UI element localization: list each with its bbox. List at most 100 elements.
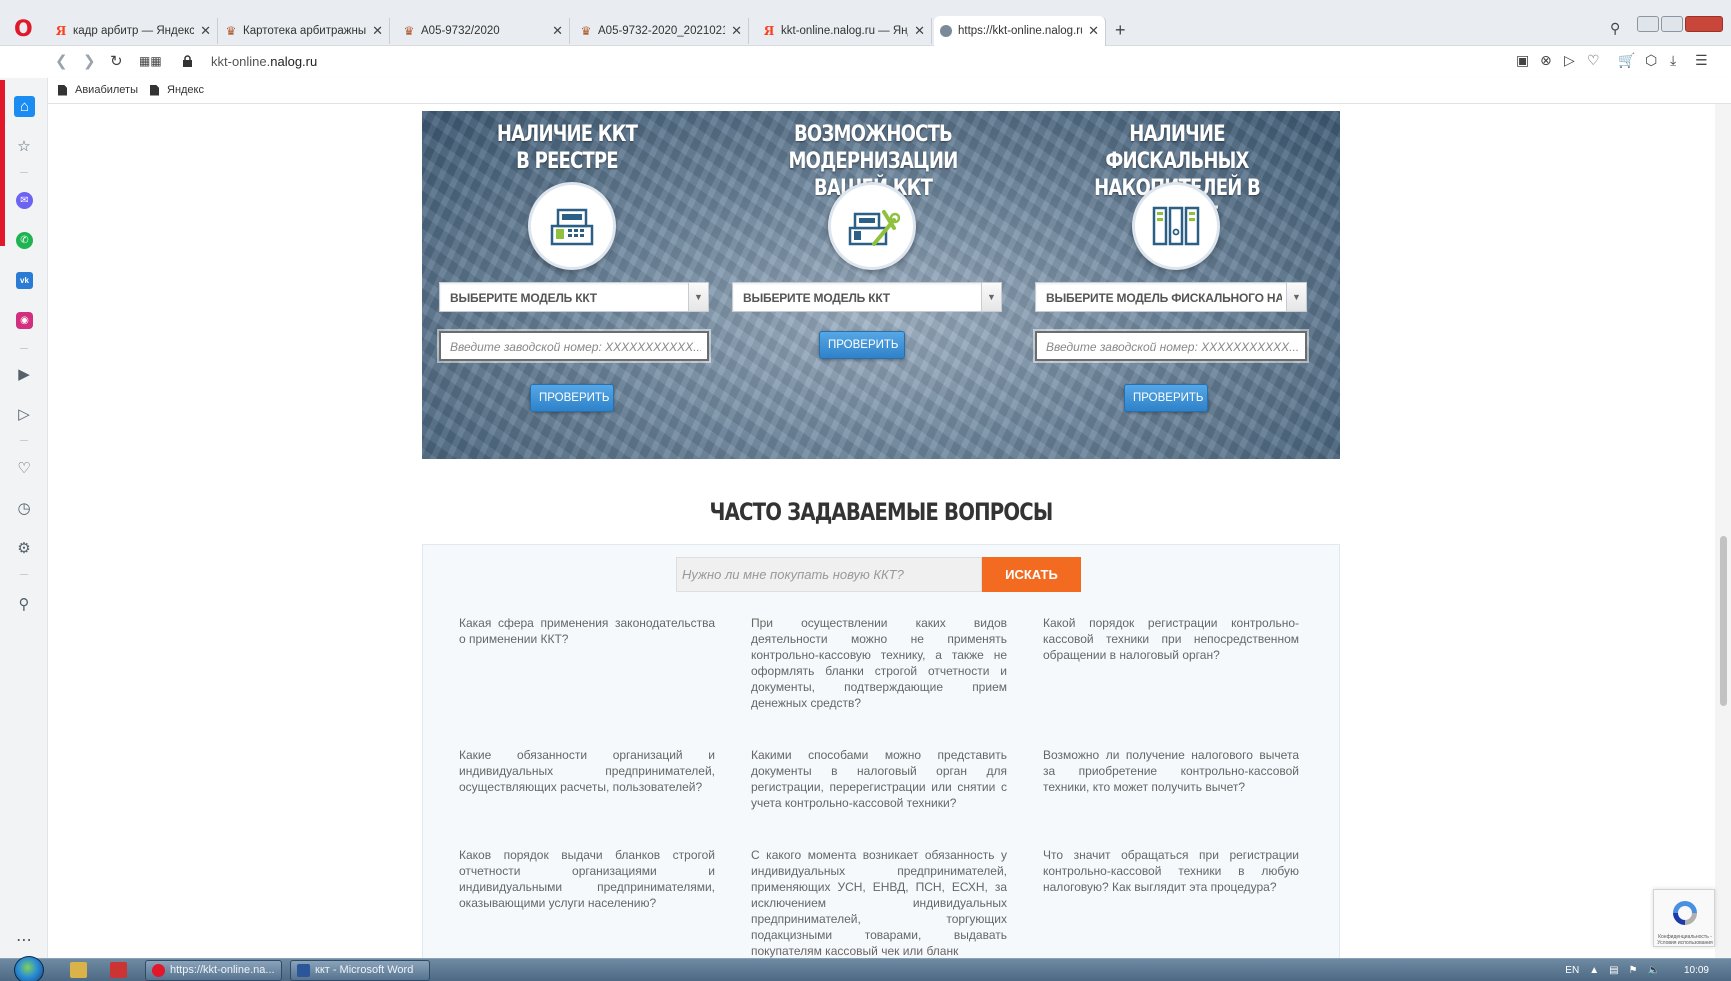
eagle-icon: ♛ bbox=[225, 24, 237, 38]
reload-icon[interactable]: ↻ bbox=[110, 52, 123, 70]
send-icon[interactable]: ▷ bbox=[14, 404, 34, 424]
new-tab-icon[interactable]: + bbox=[1115, 20, 1126, 41]
cart-icon[interactable]: 🛒 bbox=[1618, 52, 1635, 69]
tab-kartoteka[interactable]: ♛ Картотека арбитражных д ✕ bbox=[218, 18, 390, 44]
cash-register-icon bbox=[528, 182, 616, 270]
app-icon[interactable] bbox=[110, 962, 127, 978]
close-tab-icon[interactable]: ✕ bbox=[1088, 23, 1099, 39]
camera-icon[interactable]: ▣ bbox=[1516, 52, 1529, 69]
menu-icon[interactable]: ☰ bbox=[1695, 52, 1708, 69]
close-tab-icon[interactable]: ✕ bbox=[200, 23, 211, 39]
tab-case-a05[interactable]: ♛ А05-9732/2020 ✕ bbox=[396, 18, 570, 44]
scrollbar-thumb[interactable] bbox=[1720, 536, 1727, 706]
bookmark-label: Яндекс bbox=[167, 84, 204, 96]
page-scrollbar[interactable] bbox=[1715, 104, 1731, 958]
tab-yandex-kkt[interactable]: Я kkt-online.nalog.ru — Янде ✕ bbox=[756, 18, 932, 44]
faq-search-input[interactable]: Нужно ли мне покупать новую ККТ? bbox=[676, 557, 982, 592]
star-icon[interactable]: ☆ bbox=[14, 136, 34, 156]
more-icon[interactable]: ⋯ bbox=[16, 930, 32, 950]
serial-number-input[interactable]: Введите заводской номер: XXXXXXXXXXX... bbox=[439, 331, 709, 361]
history-icon[interactable]: ◷ bbox=[14, 498, 34, 518]
cube-icon[interactable]: ⬡ bbox=[1645, 52, 1657, 69]
browser-tab-bar: O Я кадр арбитр — Яндекс: на ✕ ♛ Картоте… bbox=[0, 0, 1731, 46]
chevron-down-icon[interactable]: ▼ bbox=[981, 283, 1001, 311]
chevron-down-icon[interactable]: ▼ bbox=[688, 283, 708, 311]
send-icon[interactable]: ▷ bbox=[1564, 52, 1575, 69]
eagle-icon: ♛ bbox=[403, 24, 415, 38]
word-icon bbox=[297, 964, 310, 977]
serial-number-input[interactable]: Введите заводской номер: XXXXXXXXXXX... bbox=[1035, 331, 1307, 361]
kkt-model-select[interactable]: ВЫБЕРИТЕ МОДЕЛЬ ККТ ▼ bbox=[439, 282, 709, 312]
url-prefix: kkt-online. bbox=[211, 54, 271, 69]
bookmark-yandex[interactable]: Яндекс bbox=[150, 84, 204, 96]
faq-question-link[interactable]: Какая сфера применения законодательства … bbox=[459, 615, 715, 647]
flag-icon[interactable]: ⚑ bbox=[1629, 965, 1638, 976]
faq-question-link[interactable]: С какого момента возникает обязанность у… bbox=[751, 847, 1007, 958]
tab-case-document[interactable]: ♛ А05-9732-2020_20210210 ✕ bbox=[573, 18, 749, 44]
back-icon[interactable]: ❮ bbox=[55, 52, 68, 70]
bookmark-aviabilety[interactable]: Авиабилеты bbox=[58, 84, 138, 96]
cash-register-wrench-icon bbox=[828, 182, 916, 270]
lock-icon[interactable] bbox=[182, 55, 193, 67]
instagram-icon[interactable]: ◉ bbox=[16, 312, 33, 329]
taskbar-item-word[interactable]: ккт - Microsoft Word bbox=[290, 960, 430, 981]
close-window-button[interactable] bbox=[1685, 16, 1723, 32]
faq-question-link[interactable]: Какие обязанности организаций и индивиду… bbox=[459, 747, 715, 795]
column-title: НАЛИЧИЕ ККТ В РЕЕСТРЕ bbox=[496, 122, 638, 174]
check-fiscal-storage-button[interactable]: ПРОВЕРИТЬ bbox=[1124, 384, 1208, 412]
minimize-button[interactable] bbox=[1637, 16, 1659, 32]
heart-icon[interactable]: ♡ bbox=[1587, 52, 1600, 69]
faq-question-link[interactable]: Возможно ли получение налогового вычета … bbox=[1043, 747, 1299, 795]
registry-kkt-column: НАЛИЧИЕ ККТ В РЕЕСТРЕ ВЫБЕРИТЕ МОДЕЛЬ КК… bbox=[422, 111, 712, 459]
opera-menu-icon[interactable]: O bbox=[14, 19, 34, 41]
recaptcha-badge[interactable]: Конфиденциальность - Условия использован… bbox=[1653, 889, 1715, 947]
language-indicator[interactable]: EN bbox=[1565, 965, 1579, 976]
close-tab-icon[interactable]: ✕ bbox=[731, 23, 742, 39]
close-tab-icon[interactable]: ✕ bbox=[914, 23, 925, 39]
faq-search-button[interactable]: ИСКАТЬ bbox=[982, 557, 1081, 592]
tab-title: https://kkt-online.nalog.ru bbox=[958, 25, 1083, 37]
tab-kadr-arbitr[interactable]: Я кадр арбитр — Яндекс: на ✕ bbox=[48, 18, 218, 44]
faq-question-link[interactable]: Каков порядок выдачи бланков строгой отч… bbox=[459, 847, 715, 911]
settings-icon[interactable]: ⚙ bbox=[14, 538, 34, 558]
faq-question-link[interactable]: Какой порядок регистрации контрольно-кас… bbox=[1043, 615, 1299, 663]
start-button[interactable] bbox=[14, 956, 44, 981]
clock[interactable]: 10:09 bbox=[1684, 965, 1709, 976]
fiscal-storage-model-select[interactable]: ВЫБЕРИТЕ МОДЕЛЬ ФИСКАЛЬНОГО НАКОПИТЕЛЯ ▼ bbox=[1035, 282, 1307, 312]
close-tab-icon[interactable]: ✕ bbox=[372, 23, 383, 39]
explorer-icon[interactable] bbox=[70, 962, 87, 978]
task-label: https://kkt-online.na... bbox=[170, 964, 275, 976]
whatsapp-icon[interactable]: ✆ bbox=[16, 232, 33, 249]
speed-dial-icon[interactable]: ▦▦ bbox=[139, 54, 162, 68]
url-domain: nalog.ru bbox=[270, 54, 318, 69]
tab-search-icon[interactable]: ⚲ bbox=[1610, 20, 1620, 37]
player-icon[interactable]: ▶ bbox=[14, 364, 34, 384]
vk-icon[interactable]: vk bbox=[16, 272, 33, 289]
heart-icon[interactable]: ♡ bbox=[14, 458, 34, 478]
chevron-down-icon[interactable]: ▼ bbox=[1286, 283, 1306, 311]
faq-question-link[interactable]: Что значит обращаться при регистрации ко… bbox=[1043, 847, 1299, 895]
kkt-model-select[interactable]: ВЫБЕРИТЕ МОДЕЛЬ ККТ ▼ bbox=[732, 282, 1002, 312]
home-icon[interactable]: ⌂ bbox=[14, 96, 35, 117]
close-tab-icon[interactable]: ✕ bbox=[552, 23, 563, 39]
adblock-icon[interactable]: ⊗ bbox=[1540, 52, 1552, 69]
messenger-icon[interactable]: ✉ bbox=[16, 192, 33, 209]
tab-kkt-online-active[interactable]: https://kkt-online.nalog.ru ✕ bbox=[934, 16, 1106, 46]
taskbar-item-opera[interactable]: https://kkt-online.na... bbox=[145, 960, 282, 981]
tray-arrow-icon[interactable]: ▲ bbox=[1589, 965, 1599, 976]
tab-title: кадр арбитр — Яндекс: на bbox=[73, 25, 195, 37]
eagle-icon: ♛ bbox=[580, 24, 592, 38]
maximize-button[interactable] bbox=[1661, 16, 1683, 32]
network-icon[interactable]: ▤ bbox=[1609, 965, 1618, 976]
check-registry-button[interactable]: ПРОВЕРИТЬ bbox=[530, 384, 614, 412]
forward-icon[interactable]: ❯ bbox=[83, 52, 96, 70]
faq-question-link[interactable]: Какими способами можно представить докум… bbox=[751, 747, 1007, 811]
download-icon[interactable]: ⤓ bbox=[1670, 52, 1676, 69]
check-modernization-button[interactable]: ПРОВЕРИТЬ bbox=[819, 331, 905, 359]
url-field[interactable]: kkt-online.nalog.ru bbox=[211, 54, 317, 69]
select-value: ВЫБЕРИТЕ МОДЕЛЬ ККТ bbox=[450, 291, 597, 305]
volume-icon[interactable]: 🔈 bbox=[1648, 965, 1660, 976]
opera-sidebar: ⌂ ☆ ✉ ✆ vk ◉ ▶ ▷ ♡ ◷ ⚙ ⚲ bbox=[0, 78, 48, 958]
faq-question-link[interactable]: При осуществлении каких видов деятельнос… bbox=[751, 615, 1007, 711]
pin-icon[interactable]: ⚲ bbox=[14, 594, 34, 614]
